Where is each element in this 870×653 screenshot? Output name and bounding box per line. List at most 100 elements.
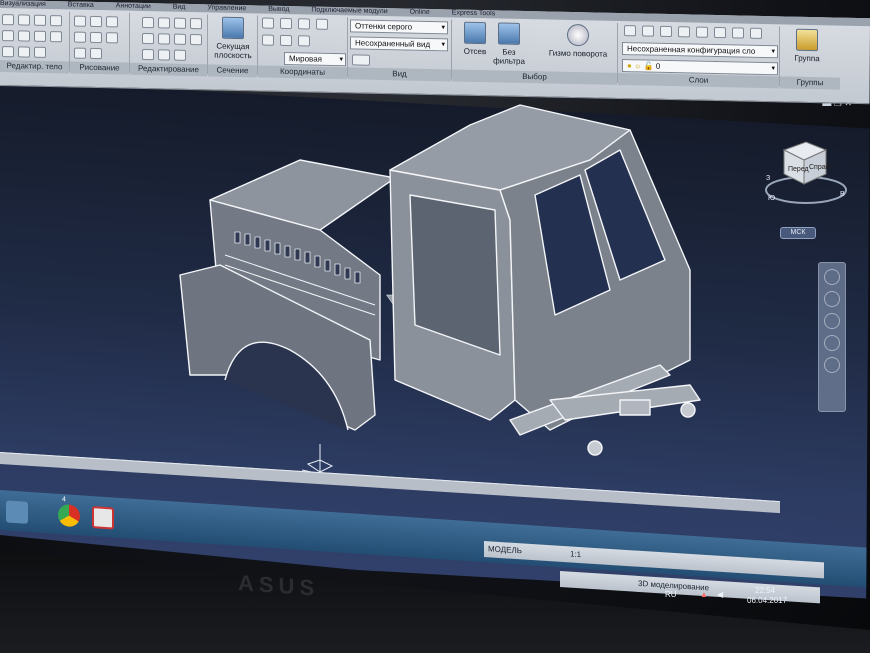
slice-icon[interactable] <box>50 15 62 27</box>
group-selection: Отсев Без фильтра Гизмо поворота Выбор <box>452 19 618 85</box>
volume-icon[interactable]: ◀ <box>717 590 723 599</box>
imprint-icon[interactable] <box>2 46 14 58</box>
ucs-z-icon[interactable] <box>316 18 328 30</box>
explode-icon[interactable] <box>174 49 186 61</box>
section-plane-icon <box>222 16 244 40</box>
ucs-x-icon[interactable] <box>280 17 292 30</box>
ucs-view-icon[interactable] <box>262 34 274 46</box>
array-icon[interactable] <box>142 48 154 61</box>
group-label-modify[interactable]: Редактирование <box>130 62 207 77</box>
shell-icon[interactable] <box>18 30 30 42</box>
chamfer-edge-icon[interactable] <box>50 31 62 43</box>
viewcube-icon[interactable]: Перед Справа Ю З В <box>760 134 852 212</box>
arc-icon[interactable] <box>106 16 118 28</box>
scale-icon[interactable] <box>190 33 202 46</box>
layer-isolate-icon[interactable] <box>678 26 690 38</box>
network-icon[interactable]: ▲ <box>700 590 708 599</box>
subtract-icon[interactable] <box>18 14 30 26</box>
steering-wheel-icon[interactable] <box>824 269 840 285</box>
system-tray: RU ▲ ◀ 22:54 06.04.2017 <box>655 586 820 616</box>
pan-icon[interactable] <box>824 291 840 307</box>
group-draw: Рисование <box>70 11 130 75</box>
file-explorer-icon[interactable] <box>6 500 28 524</box>
group-button[interactable]: Группа <box>784 28 830 63</box>
ucs-icon-button[interactable] <box>262 17 274 29</box>
layer-previous-icon[interactable] <box>660 25 672 38</box>
gizmo-button[interactable]: Гизмо поворота <box>548 23 608 59</box>
extrude-face-icon[interactable] <box>2 30 14 42</box>
layer-state-value: Несохраненная конфигурация сло <box>627 44 756 56</box>
clock-date[interactable]: 06.04.2017 <box>747 596 787 605</box>
zoom-icon[interactable] <box>824 313 840 329</box>
truck-cab-3d-model[interactable] <box>170 100 730 480</box>
rectangle-icon[interactable] <box>106 32 118 44</box>
intersect-icon[interactable] <box>34 14 46 26</box>
tab-online[interactable]: Online <box>410 9 430 16</box>
group-label-draw[interactable]: Рисование <box>70 61 129 75</box>
ucs-y-icon[interactable] <box>298 18 310 30</box>
layer-off-icon[interactable] <box>714 26 726 39</box>
viewcube-front-label[interactable]: Перед <box>788 166 809 173</box>
stretch-icon[interactable] <box>174 33 186 45</box>
hatch-icon[interactable] <box>74 47 86 59</box>
layer-state-select[interactable]: Несохраненная конфигурация сло ▾ <box>622 42 778 59</box>
culling-icon <box>464 21 486 45</box>
annotation-scale-button[interactable]: 1:1 <box>570 549 581 559</box>
erase-icon[interactable] <box>158 49 170 61</box>
fillet-edge-icon[interactable] <box>34 30 46 42</box>
language-indicator[interactable]: RU <box>665 590 677 599</box>
layer-properties-icon[interactable] <box>624 25 636 37</box>
group-label-layers[interactable]: Слои <box>618 72 779 89</box>
autocad-icon[interactable] <box>92 506 114 530</box>
showmotion-icon[interactable] <box>824 357 840 373</box>
ucs-object-icon[interactable] <box>280 34 292 47</box>
tab-manage[interactable]: Управление <box>207 4 246 12</box>
no-filter-button[interactable]: Без фильтра <box>486 22 532 66</box>
ucs-world-select[interactable]: Мировая ▾ <box>284 51 346 67</box>
layer-unlock-icon[interactable] <box>750 27 762 39</box>
group-label-coordinates[interactable]: Координаты <box>258 65 347 80</box>
visual-style-select[interactable]: Оттенки серого ▾ <box>350 19 448 35</box>
copy-icon[interactable] <box>190 17 202 30</box>
viewcube-right-label[interactable]: Справа <box>809 164 833 171</box>
filter-cube-icon <box>498 22 520 45</box>
section-plane-button[interactable]: Секущая плоскость <box>210 16 256 60</box>
ucs-menu-button[interactable]: МСК <box>780 227 816 239</box>
tab-express-tools[interactable]: Express Tools <box>452 9 495 17</box>
rotate-icon[interactable] <box>158 17 170 29</box>
tab-plugins[interactable]: Подключаемые модули <box>311 7 387 16</box>
group-label-view[interactable]: Вид <box>348 67 451 82</box>
trim-icon[interactable] <box>174 17 186 29</box>
separate-icon[interactable] <box>18 46 30 58</box>
group-label-solid-edit[interactable]: Редактир. тело <box>0 60 69 74</box>
group-label-selection[interactable]: Выбор <box>452 69 617 85</box>
tab-annotate[interactable]: Аннотации <box>116 2 151 10</box>
orbit-icon[interactable] <box>824 335 840 351</box>
tab-insert[interactable]: Вставка <box>68 1 94 9</box>
layer-freeze-icon[interactable] <box>696 26 708 38</box>
layer-match-icon[interactable] <box>642 25 654 37</box>
viewport-config-icon[interactable] <box>352 54 370 66</box>
navigation-bar[interactable] <box>818 262 846 412</box>
chrome-icon[interactable] <box>58 503 80 528</box>
tab-view[interactable]: Вид <box>173 4 186 11</box>
mirror-icon[interactable] <box>142 32 154 45</box>
union-icon[interactable] <box>2 14 14 26</box>
group-label-groups[interactable]: Группы <box>780 76 840 90</box>
check-icon[interactable] <box>34 46 46 58</box>
tab-output[interactable]: Вывод <box>268 6 289 13</box>
spline-icon[interactable] <box>74 31 86 43</box>
move-icon[interactable] <box>142 16 154 29</box>
line-icon[interactable] <box>74 15 86 27</box>
model-tab-button[interactable]: МОДЕЛЬ <box>488 544 522 555</box>
clock-time[interactable]: 22:54 <box>755 586 775 595</box>
layer-lock-icon[interactable] <box>732 27 744 39</box>
tab-visualization[interactable]: Визуализация <box>0 0 46 8</box>
fillet-icon[interactable] <box>158 33 170 45</box>
group-label-section[interactable]: Сечение <box>208 64 257 78</box>
saved-view-select[interactable]: Несохраненный вид ▾ <box>350 36 448 52</box>
polyline-icon[interactable] <box>90 15 102 28</box>
ucs-face-icon[interactable] <box>298 35 310 47</box>
circle-icon[interactable] <box>90 31 102 44</box>
polygon-icon[interactable] <box>90 47 102 60</box>
